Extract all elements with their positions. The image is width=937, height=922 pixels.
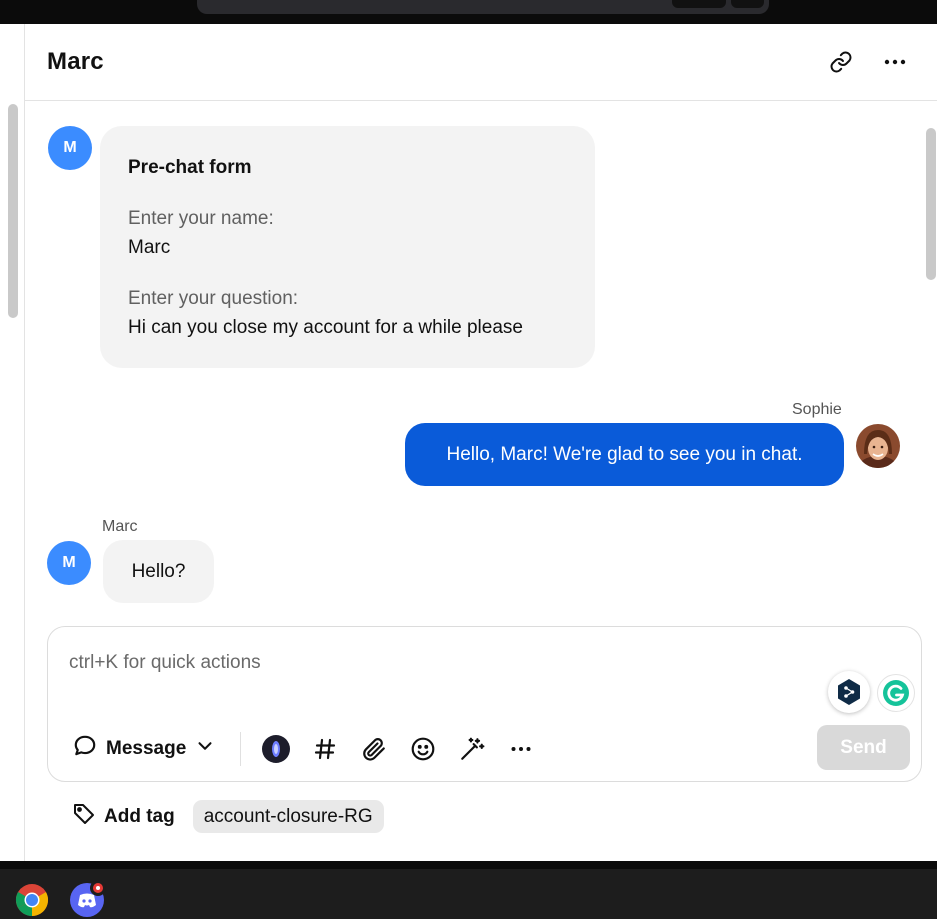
grammarly-icon[interactable] [877,674,915,712]
add-tag-label: Add tag [104,805,175,827]
composer-toolbar: Message [72,731,555,767]
link-icon[interactable] [827,48,855,76]
left-scrollbar[interactable] [8,104,18,318]
left-panel [0,24,25,861]
tag-icon [72,802,96,832]
form-question-label: Enter your question: [128,288,299,309]
tag-chip[interactable]: account-closure-RG [192,800,384,833]
composer-input[interactable]: ctrl+K for quick actions [69,652,261,674]
deepl-icon[interactable] [828,671,870,713]
customer-message-bubble: Hello? [103,540,214,603]
message-type-dropdown[interactable]: Message [72,733,216,765]
notification-badge [90,880,106,896]
form-name-label: Enter your name: [128,208,274,229]
form-title: Pre-chat form [128,157,252,178]
agent-sender-name: Sophie [792,401,842,418]
os-taskbar [0,861,937,919]
add-tag-button[interactable]: Add tag [72,802,175,832]
agent-avatar [856,424,900,468]
ai-assistant-icon[interactable] [261,734,291,764]
chat-title: Marc [47,48,104,75]
paperclip-icon[interactable] [359,734,389,764]
speech-bubble-icon [72,733,98,765]
magic-wand-icon[interactable] [457,734,487,764]
agent-message-bubble: Hello, Marc! We're glad to see you in ch… [405,423,844,486]
more-horizontal-icon[interactable] [506,734,536,764]
os-top-bar [0,0,937,24]
toolbar-divider [240,732,242,766]
window-control[interactable] [731,0,764,8]
form-question-value: Hi can you close my account for a while … [128,317,523,338]
message-composer[interactable]: ctrl+K for quick actions Message Send [47,626,922,782]
pre-chat-form-bubble: Pre-chat form Enter your name: Marc Ente… [100,126,595,368]
customer-sender-name: Marc [102,518,138,535]
form-name-value: Marc [128,237,171,258]
hashtag-icon[interactable] [310,734,340,764]
chat-header: Marc [25,24,937,101]
more-horizontal-icon[interactable] [881,48,909,76]
send-button[interactable]: Send [817,725,910,770]
window-control[interactable] [672,0,726,8]
chevron-down-icon [194,735,216,763]
emoji-icon[interactable] [408,734,438,764]
chat-scrollbar[interactable] [926,128,936,280]
chrome-icon[interactable] [15,883,49,917]
message-type-label: Message [106,738,187,759]
customer-avatar: M [47,541,91,585]
customer-avatar: M [48,126,92,170]
tag-row: Add tag account-closure-RG [72,800,384,833]
